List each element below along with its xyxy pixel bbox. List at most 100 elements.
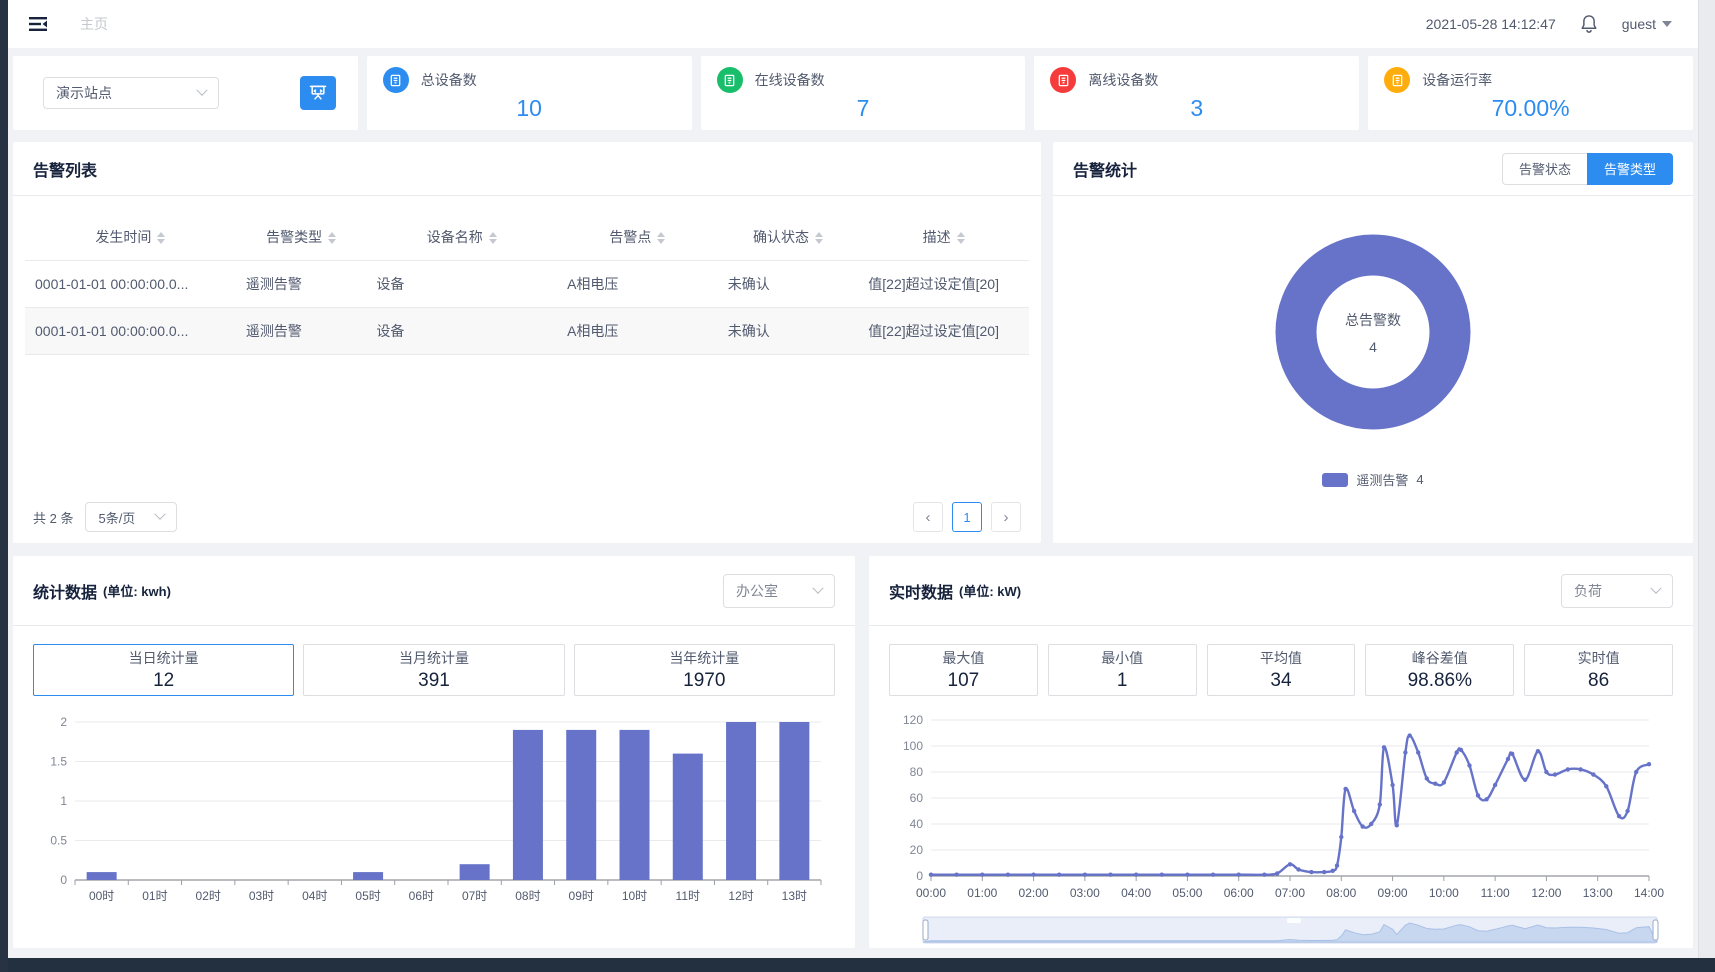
svg-text:06时: 06时 [409, 889, 434, 903]
svg-text:09:00: 09:00 [1378, 886, 1408, 900]
column-header-sort[interactable]: 设备名称 [366, 218, 557, 261]
notification-bell-icon[interactable] [1578, 13, 1600, 35]
legend-swatch [1322, 473, 1348, 487]
realtime-stat-box: 平均值34 [1207, 644, 1356, 696]
datazoom-slider[interactable] [889, 916, 1673, 944]
table-cell: A相电压 [557, 308, 718, 355]
station-select[interactable]: 演示站点 [43, 77, 219, 109]
table-row[interactable]: 0001-01-01 00:00:00.0...遥测告警设备A相电压未确认值[2… [25, 261, 1029, 308]
stat-card-value: 7 [717, 95, 1010, 122]
svg-text:04时: 04时 [302, 889, 327, 903]
alarm-list-header: 告警列表 [13, 142, 1041, 196]
column-header-sort[interactable]: 告警类型 [236, 218, 367, 261]
svg-text:80: 80 [910, 765, 924, 779]
realtime-title: 实时数据 [889, 579, 953, 603]
realtime-stat-box: 实时值86 [1524, 644, 1673, 696]
realtime-stat-box: 最大值107 [889, 644, 1038, 696]
tab-value: 1970 [683, 670, 725, 692]
svg-text:09时: 09时 [569, 889, 594, 903]
station-toolbar-card: 演示站点 [13, 56, 358, 130]
room-select[interactable]: 办公室 [723, 574, 835, 608]
realtime-stat-label: 平均值 [1260, 648, 1302, 668]
svg-text:08:00: 08:00 [1326, 886, 1356, 900]
sort-carets-icon[interactable] [157, 232, 165, 244]
tab-value: 391 [418, 670, 450, 692]
svg-text:11:00: 11:00 [1481, 886, 1510, 900]
donut-legend-item[interactable]: 遥测告警 4 [1053, 470, 1693, 489]
svg-text:120: 120 [903, 713, 923, 727]
legend-value: 4 [1416, 472, 1423, 487]
stat-card-value: 70.00% [1384, 95, 1677, 122]
svg-text:05时: 05时 [355, 889, 380, 903]
column-header-sort[interactable]: 描述 [858, 218, 1029, 261]
column-header-sort[interactable]: 确认状态 [718, 218, 859, 261]
svg-text:05:00: 05:00 [1172, 886, 1202, 900]
stat-card-top: 总设备数 [383, 67, 676, 93]
realtime-stat-box: 最小值1 [1048, 644, 1197, 696]
svg-text:04:00: 04:00 [1121, 886, 1151, 900]
sort-carets-icon[interactable] [328, 232, 336, 244]
svg-text:13:00: 13:00 [1583, 886, 1613, 900]
svg-text:03:00: 03:00 [1070, 886, 1100, 900]
alarm-list-panel: 告警列表 发生时间告警类型设备名称告警点确认状态描述 0001-01-01 00… [13, 142, 1041, 543]
realtime-panel: 实时数据 (单位: kW) 负荷 最大值107最小值1平均值34峰谷差值98.8… [869, 556, 1693, 948]
sort-carets-icon[interactable] [957, 232, 965, 244]
sort-carets-icon[interactable] [657, 232, 665, 244]
svg-text:1: 1 [60, 794, 67, 808]
alarm-stats-header: 告警统计 告警状态告警类型 [1053, 142, 1693, 196]
collapsed-sidebar[interactable] [0, 0, 8, 972]
toggle-active[interactable]: 告警类型 [1587, 153, 1673, 185]
svg-text:10时: 10时 [622, 889, 647, 903]
svg-text:10:00: 10:00 [1429, 886, 1459, 900]
alarm-donut-chart: 总告警数 4 [1263, 222, 1483, 442]
page-1-button[interactable]: 1 [952, 502, 982, 532]
svg-text:13时: 13时 [782, 889, 807, 903]
svg-text:01:00: 01:00 [967, 886, 997, 900]
chevron-down-icon [155, 509, 166, 520]
statistics-tabs: 当日统计量12当月统计量391当年统计量1970 [33, 644, 835, 696]
statistics-panel: 统计数据 (单位: kwh) 办公室 当日统计量12当月统计量391当年统计量1… [13, 556, 855, 948]
alarm-stats-toggle: 告警状态告警类型 [1502, 153, 1673, 185]
column-header-sort[interactable]: 告警点 [557, 218, 718, 261]
svg-text:00时: 00时 [89, 889, 114, 903]
statistics-unit: (单位: kwh) [103, 581, 171, 600]
tab-value: 12 [153, 670, 174, 692]
statistics-title: 统计数据 [33, 579, 97, 603]
table-cell: 值[22]超过设定值[20] [858, 261, 1029, 308]
stat-card-label: 总设备数 [421, 70, 477, 90]
prev-page-button[interactable]: ‹ [913, 502, 943, 532]
sort-carets-icon[interactable] [815, 232, 823, 244]
alarm-row: 告警列表 发生时间告警类型设备名称告警点确认状态描述 0001-01-01 00… [13, 142, 1693, 543]
tab-label: 当日统计量 [129, 648, 199, 668]
svg-text:01时: 01时 [142, 889, 167, 903]
table-row[interactable]: 0001-01-01 00:00:00.0...遥测告警设备A相电压未确认值[2… [25, 308, 1029, 355]
menu-fold-icon[interactable] [26, 11, 52, 37]
tab-active[interactable]: 当日统计量12 [33, 644, 294, 696]
breadcrumb[interactable]: 主页 [80, 14, 108, 34]
realtime-unit: (单位: kW) [959, 581, 1021, 600]
stats-row: 演示站点 总设备数10在线设备数7离线设备数3设备运行率70.00% [13, 56, 1693, 130]
svg-text:20: 20 [910, 843, 924, 857]
datazoom-handle[interactable] [923, 920, 928, 940]
realtime-stat-value: 34 [1270, 670, 1291, 692]
sort-carets-icon[interactable] [489, 232, 497, 244]
page-size-select[interactable]: 5条/页 [85, 502, 177, 532]
tab-inactive[interactable]: 当年统计量1970 [574, 644, 835, 696]
stat-card-value: 10 [383, 95, 676, 122]
realtime-stat-value: 107 [948, 670, 980, 692]
stat-card-label: 离线设备数 [1088, 70, 1158, 90]
dashboard-board-button[interactable] [300, 76, 336, 110]
realtime-stat-value: 98.86% [1408, 670, 1472, 692]
svg-text:02时: 02时 [196, 889, 221, 903]
stat-card: 离线设备数3 [1034, 56, 1359, 130]
load-select[interactable]: 负荷 [1561, 574, 1673, 608]
user-menu[interactable]: guest [1622, 16, 1672, 32]
tab-inactive[interactable]: 当月统计量391 [303, 644, 564, 696]
svg-text:12:00: 12:00 [1531, 886, 1561, 900]
page-scrollbar[interactable] [1698, 0, 1715, 972]
toggle-inactive[interactable]: 告警状态 [1502, 153, 1587, 185]
column-header-sort[interactable]: 发生时间 [25, 218, 236, 261]
user-name: guest [1622, 16, 1656, 32]
next-page-button[interactable]: › [991, 502, 1021, 532]
datazoom-handle[interactable] [1653, 920, 1658, 940]
